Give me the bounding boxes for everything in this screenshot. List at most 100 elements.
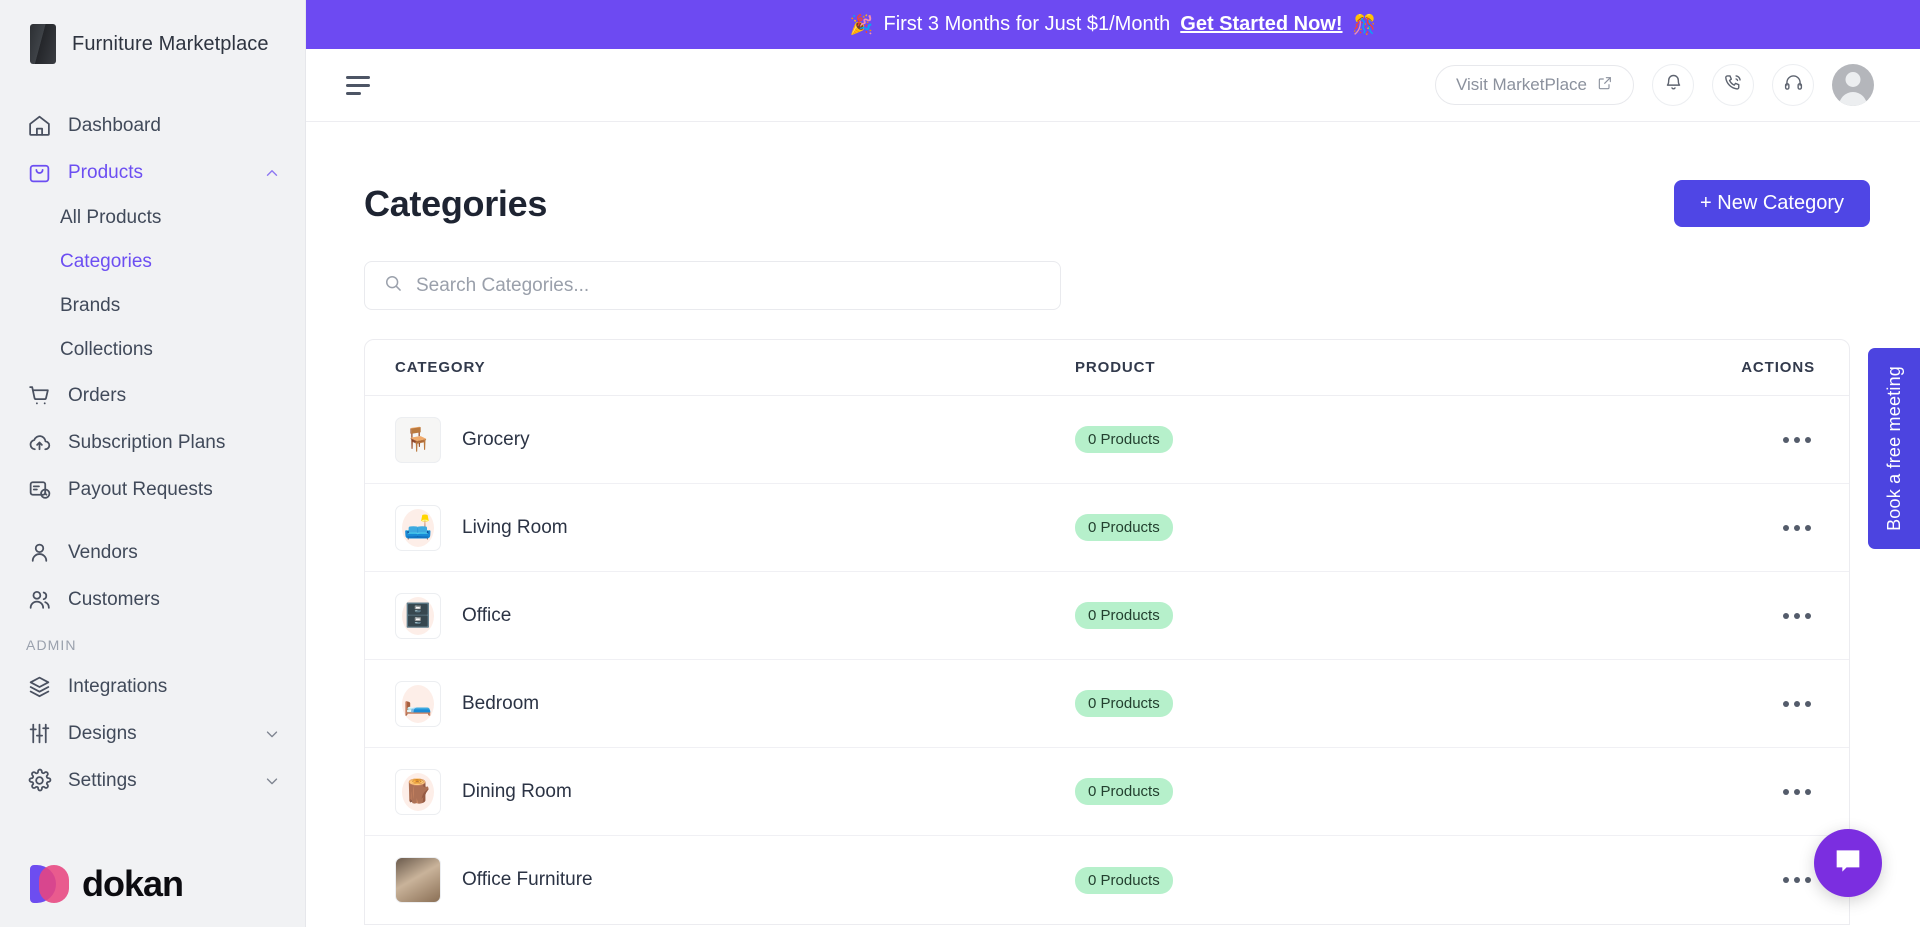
table-row[interactable]: 🗄️ Office 0 Products [365, 572, 1849, 660]
chat-bubble-icon [1831, 844, 1865, 883]
visit-marketplace-label: Visit MarketPlace [1455, 75, 1587, 94]
status-badge: 0 Products [1075, 602, 1173, 629]
promo-banner: 🎉 First 3 Months for Just $1/Month Get S… [306, 0, 1920, 49]
status-badge: 0 Products [1075, 514, 1173, 541]
more-horizontal-icon[interactable] [1779, 517, 1815, 539]
status-badge: 0 Products [1075, 866, 1173, 894]
search-input[interactable] [416, 274, 1042, 297]
sidebar-item-label: Products [68, 161, 143, 183]
sidebar-item-vendors[interactable]: Vendors [0, 529, 305, 576]
confetti-icon: 🎊 [1352, 14, 1377, 36]
sidebar-item-label: Integrations [68, 675, 168, 697]
topbar-actions: Visit MarketPlace [1434, 64, 1874, 106]
dokan-logo: dokan [30, 863, 305, 905]
sidebar-item-settings[interactable]: Settings [0, 757, 305, 804]
category-thumbnail [395, 857, 441, 903]
product-cell: 0 Products [1075, 778, 1725, 805]
sidebar-item-payout-requests[interactable]: Payout Requests [0, 466, 305, 513]
users-icon [26, 587, 52, 613]
bag-icon [26, 160, 52, 186]
more-horizontal-icon[interactable] [1779, 869, 1815, 891]
more-horizontal-icon[interactable] [1779, 781, 1815, 803]
search-icon [383, 273, 403, 298]
new-category-button[interactable]: + New Category [1674, 180, 1870, 227]
table-row[interactable]: 🛏️ Bedroom 0 Products [365, 660, 1849, 748]
avatar[interactable] [1832, 64, 1874, 106]
sidebar-item-label: Orders [68, 384, 127, 406]
sidebar-item-orders[interactable]: Orders [0, 372, 305, 419]
sidebar-item-label: Dashboard [68, 114, 161, 136]
brand-header[interactable]: Furniture Marketplace [0, 0, 305, 94]
sidebar-item-dashboard[interactable]: Dashboard [0, 102, 305, 149]
more-horizontal-icon[interactable] [1779, 429, 1815, 451]
table-row[interactable]: Office Furniture 0 Products [365, 836, 1849, 924]
category-name: Office Furniture [462, 869, 593, 890]
get-started-link[interactable]: Get Started Now! [1180, 13, 1342, 36]
bell-icon [1663, 72, 1684, 98]
status-badge: 0 Products [1075, 426, 1173, 453]
category-name: Dining Room [462, 780, 572, 802]
hamburger-icon[interactable] [346, 75, 370, 95]
product-cell: 0 Products [1075, 426, 1725, 453]
sidebar-item-brands[interactable]: Brands [0, 284, 305, 328]
actions-cell [1725, 517, 1815, 539]
chevron-up-icon [263, 164, 281, 182]
table-row[interactable]: 🪑 Grocery 0 Products [365, 396, 1849, 484]
category-name: Living Room [462, 516, 568, 538]
sidebar-item-label: Vendors [68, 541, 138, 563]
chevron-down-icon [263, 725, 281, 743]
page-header: Categories + New Category [364, 180, 1870, 227]
main-area: 🎉 First 3 Months for Just $1/Month Get S… [306, 0, 1920, 927]
product-cell: 0 Products [1075, 514, 1725, 541]
status-badge: 0 Products [1075, 690, 1173, 717]
category-thumbnail: 🛏️ [395, 680, 441, 727]
call-button[interactable] [1712, 64, 1754, 106]
category-cell: Office Furniture [395, 857, 1075, 903]
book-meeting-tab[interactable]: Book a free meeting [1868, 348, 1920, 549]
search-categories-field[interactable] [364, 261, 1061, 310]
categories-table: CATEGORY PRODUCT ACTIONS 🪑 Grocery 0 Pro… [364, 339, 1850, 925]
store-logo-icon [30, 24, 56, 64]
promo-text: First 3 Months for Just $1/Month [883, 13, 1171, 35]
page-content: Categories + New Category CATEGORY PRODU… [306, 122, 1920, 927]
table-row[interactable]: 🛋️ Living Room 0 Products [365, 484, 1849, 572]
sidebar-item-products[interactable]: Products [0, 149, 305, 196]
actions-cell [1725, 605, 1815, 627]
actions-cell [1725, 781, 1815, 803]
sidebar-item-label: Payout Requests [68, 478, 213, 500]
sidebar-item-label: Customers [68, 588, 160, 610]
column-header-category: CATEGORY [395, 359, 486, 376]
visit-marketplace-button[interactable]: Visit MarketPlace [1434, 65, 1634, 105]
more-horizontal-icon[interactable] [1779, 605, 1815, 627]
sidebar-item-label: Designs [68, 722, 137, 744]
support-button[interactable] [1772, 64, 1814, 106]
more-horizontal-icon[interactable] [1779, 693, 1815, 715]
sidebar-item-subscription-plans[interactable]: Subscription Plans [0, 419, 305, 466]
category-cell: 🪑 Grocery [395, 416, 1075, 463]
sidebar-item-categories[interactable]: Categories [0, 240, 305, 284]
category-cell: 🪵 Dining Room [395, 768, 1075, 815]
sidebar-item-all-products[interactable]: All Products [0, 196, 305, 240]
headset-icon [1783, 72, 1804, 98]
topbar: Visit MarketPlace [306, 49, 1920, 122]
notifications-button[interactable] [1652, 64, 1694, 106]
sidebar-item-label: Subscription Plans [68, 431, 226, 453]
sliders-icon [26, 721, 52, 747]
sidebar-item-customers[interactable]: Customers [0, 576, 305, 623]
sidebar-item-designs[interactable]: Designs [0, 710, 305, 757]
category-name: Bedroom [462, 692, 540, 714]
sidebar-item-integrations[interactable]: Integrations [0, 663, 305, 710]
column-header-product: PRODUCT [1075, 359, 1156, 376]
sidebar-item-collections[interactable]: Collections [0, 328, 305, 372]
sidebar-item-label: Settings [68, 769, 137, 791]
chat-widget-button[interactable] [1814, 829, 1882, 897]
sidebar-section-admin: ADMIN [26, 637, 77, 653]
phone-call-icon [1723, 72, 1744, 98]
product-cell: 0 Products [1075, 602, 1725, 629]
category-thumbnail: 🪑 [395, 416, 441, 463]
table-row[interactable]: 🪵 Dining Room 0 Products [365, 748, 1849, 836]
sidebar-footer: dokan [0, 863, 305, 927]
chevron-down-icon [263, 772, 281, 790]
actions-cell [1725, 869, 1815, 891]
